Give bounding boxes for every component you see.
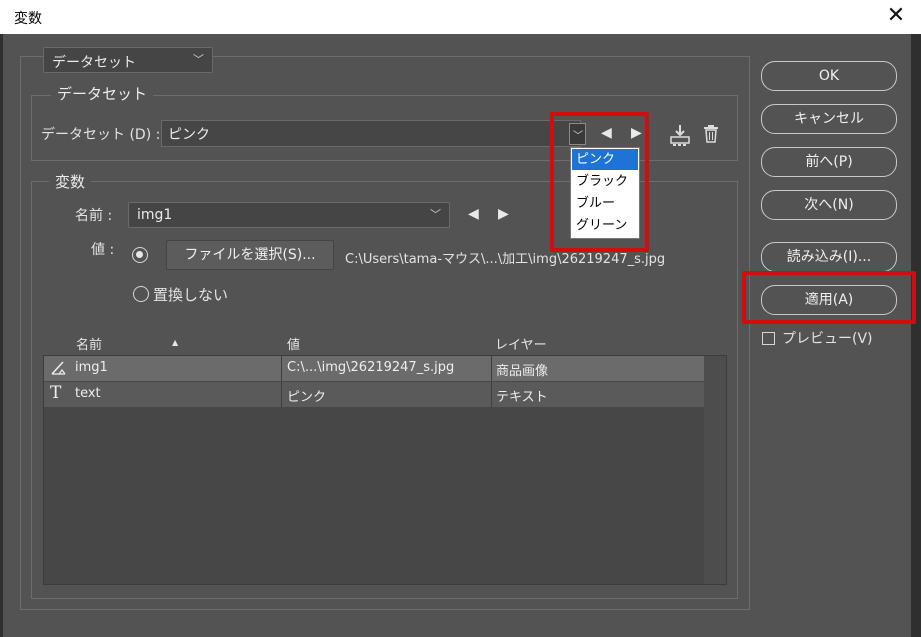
title-bar: 変数 ✕ bbox=[0, 0, 921, 34]
file-radio[interactable] bbox=[132, 247, 148, 263]
dropdown-option-pink[interactable]: ピンク bbox=[572, 149, 638, 170]
row-layer: テキスト bbox=[496, 390, 548, 405]
ok-button[interactable]: OK bbox=[761, 61, 897, 91]
chevron-down-icon: ﹀ bbox=[430, 208, 441, 221]
table-row[interactable]: T text ピンク テキスト bbox=[44, 382, 704, 407]
row-layer: 商品画像 bbox=[496, 364, 549, 379]
dropdown-option-blue[interactable]: ブルー bbox=[572, 193, 638, 214]
row-name: img1 bbox=[75, 360, 108, 375]
no-replace-label: 置換しない bbox=[153, 286, 229, 304]
row-name: text bbox=[75, 386, 101, 401]
preview-label: プレビュー(V) bbox=[782, 331, 873, 347]
row-value: ピンク bbox=[287, 390, 327, 405]
dataset-next-icon[interactable]: ▶ bbox=[631, 125, 642, 141]
dataset-group-title: データセット bbox=[51, 83, 154, 104]
variables-dialog: データセット ﹀ データセット データセット (D) : ピンク ﹀ ◀ ▶ 変… bbox=[3, 34, 916, 637]
dataset-field[interactable]: ピンク bbox=[161, 120, 581, 147]
dataset-label: データセット (D) : bbox=[41, 127, 161, 143]
preview-checkbox[interactable] bbox=[762, 332, 775, 345]
window-title: 変数 bbox=[14, 11, 42, 27]
trash-icon[interactable] bbox=[703, 125, 719, 147]
text-variable-icon: T bbox=[50, 383, 62, 403]
load-button[interactable]: 読み込み(I)... bbox=[761, 242, 897, 272]
variable-name-select[interactable]: img1 ﹀ bbox=[128, 202, 450, 228]
image-variable-icon bbox=[50, 359, 68, 381]
table-row[interactable]: img1 C:\...\img\26219247_s.jpg 商品画像 bbox=[44, 356, 704, 381]
select-file-button[interactable]: ファイルを選択(S)... bbox=[166, 240, 334, 270]
dataset-prev-icon[interactable]: ◀ bbox=[601, 125, 612, 141]
dataset-field-value: ピンク bbox=[168, 127, 210, 143]
name-label: 名前 : bbox=[75, 208, 113, 224]
file-path-text: C:\Users\tama-マウス\...\加工\img\26219247_s.… bbox=[345, 252, 666, 267]
column-header-value[interactable]: 値 bbox=[287, 334, 300, 353]
variable-prev-icon[interactable]: ◀ bbox=[468, 206, 479, 222]
dataset-dropdown-button[interactable]: ﹀ bbox=[569, 123, 586, 145]
column-header-layer[interactable]: レイヤー bbox=[495, 334, 547, 353]
dataset-dropdown-list: ピンク ブラック ブルー グリーン bbox=[570, 147, 640, 239]
variables-table: img1 C:\...\img\26219247_s.jpg 商品画像 T te… bbox=[43, 355, 727, 585]
chevron-down-icon: ﹀ bbox=[193, 53, 204, 66]
mode-select[interactable]: データセット ﹀ bbox=[43, 47, 213, 73]
dropdown-option-black[interactable]: ブラック bbox=[572, 171, 638, 192]
no-replace-radio[interactable] bbox=[133, 286, 149, 302]
column-header-name[interactable]: 名前 bbox=[76, 334, 102, 353]
row-value: C:\...\img\26219247_s.jpg bbox=[287, 360, 455, 375]
value-label: 値 : bbox=[91, 242, 115, 258]
dropdown-option-green[interactable]: グリーン bbox=[572, 215, 638, 236]
chevron-down-icon: ﹀ bbox=[573, 131, 583, 142]
cancel-button[interactable]: キャンセル bbox=[761, 104, 897, 134]
update-dataset-icon[interactable] bbox=[669, 123, 691, 151]
variables-group-title: 変数 bbox=[49, 171, 92, 192]
close-icon[interactable]: ✕ bbox=[883, 3, 909, 29]
sort-ascending-icon: ▲ bbox=[172, 338, 179, 347]
variable-name-value: img1 bbox=[137, 207, 173, 223]
table-scrollbar[interactable] bbox=[704, 356, 726, 584]
next-button[interactable]: 次へ(N) bbox=[761, 190, 897, 220]
variable-next-icon[interactable]: ▶ bbox=[498, 206, 509, 222]
apply-button[interactable]: 適用(A) bbox=[761, 285, 897, 315]
mode-select-value: データセット bbox=[52, 55, 136, 71]
prev-button[interactable]: 前へ(P) bbox=[761, 147, 897, 177]
